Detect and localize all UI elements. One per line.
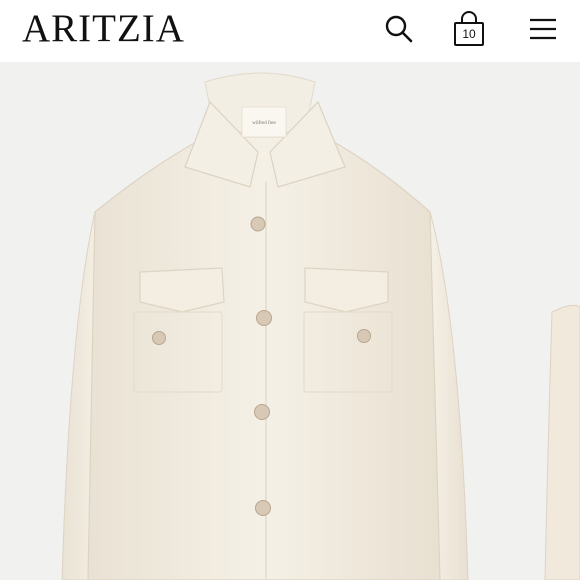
search-button[interactable] <box>380 10 418 48</box>
search-icon <box>385 15 413 43</box>
menu-button[interactable] <box>524 10 562 48</box>
brand-logo[interactable]: ARITZIA <box>22 8 185 50</box>
product-image-jacket[interactable]: wilfred free <box>0 62 580 580</box>
site-header: ARITZIA 10 <box>0 0 580 62</box>
shopping-bag-button[interactable]: 10 <box>450 10 488 48</box>
brand-label-text: wilfred free <box>252 121 276 126</box>
hamburger-menu-icon <box>530 18 556 40</box>
product-image-gallery[interactable]: wilfred free <box>0 62 580 580</box>
bag-count-badge: 10 <box>462 27 476 41</box>
